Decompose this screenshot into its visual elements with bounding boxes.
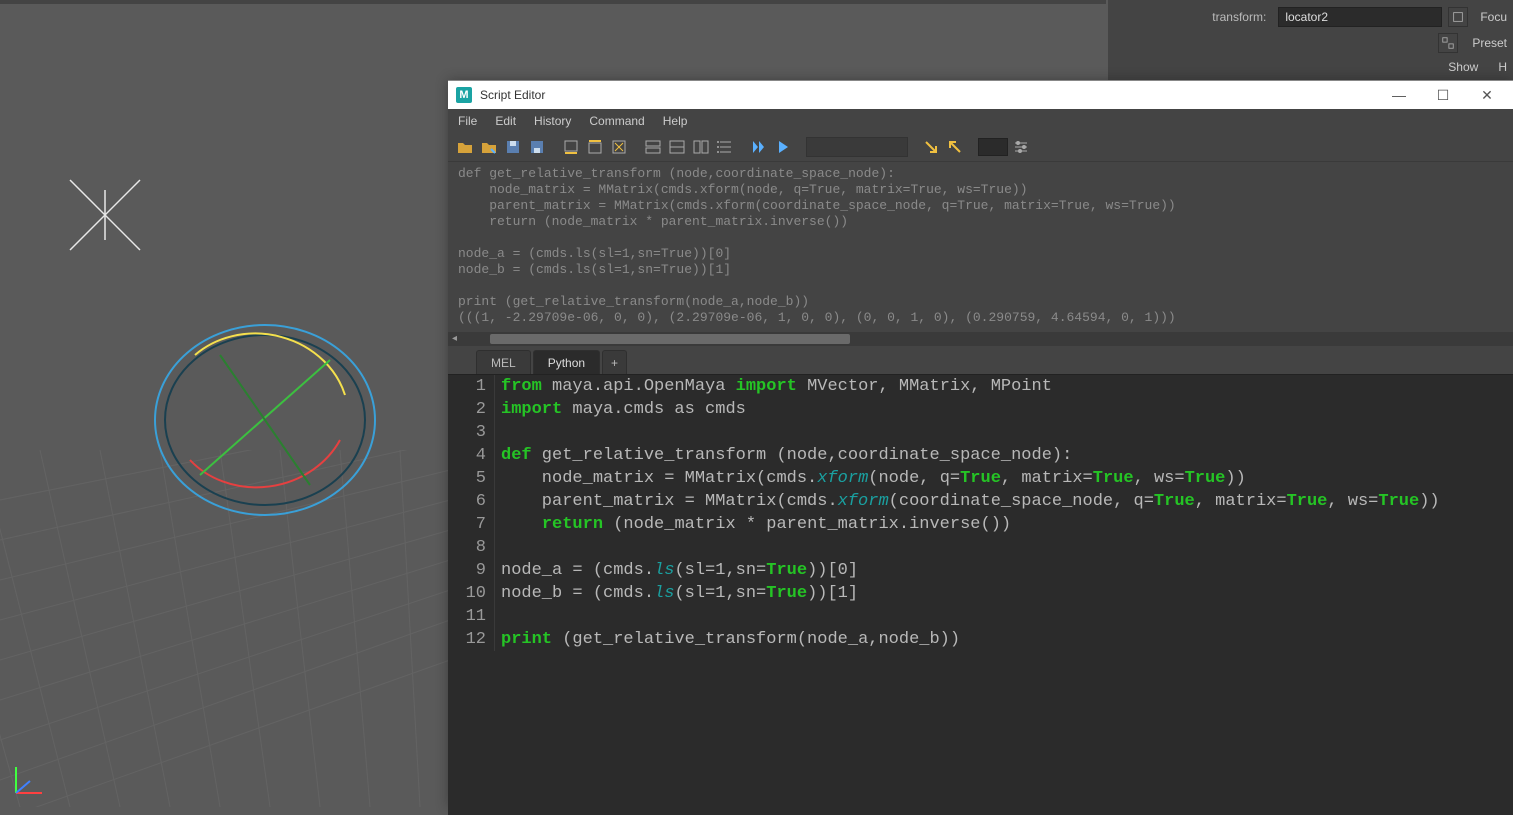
clear-history-icon[interactable]: [560, 136, 582, 158]
minimize-button[interactable]: —: [1381, 81, 1417, 109]
maximize-button[interactable]: ☐: [1425, 81, 1461, 109]
code-line[interactable]: node_b = (cmds.ls(sl=1,sn=True))[1]: [495, 582, 858, 605]
code-line[interactable]: import maya.cmds as cmds: [495, 398, 746, 421]
script-editor-toolbar: [448, 133, 1513, 162]
save-script-icon[interactable]: [502, 136, 524, 158]
color-swatch[interactable]: [978, 138, 1008, 156]
focus-button[interactable]: Focu: [1474, 8, 1513, 26]
line-numbers-icon[interactable]: [714, 136, 736, 158]
show-both-icon[interactable]: [690, 136, 712, 158]
preset-button[interactable]: Preset: [1466, 34, 1513, 52]
show-history-icon[interactable]: [642, 136, 664, 158]
window-title: Script Editor: [480, 88, 1373, 102]
line-number: 9: [448, 559, 495, 582]
code-line[interactable]: return (node_matrix * parent_matrix.inve…: [495, 513, 1011, 536]
script-language-tabs: MEL Python +: [448, 350, 1513, 374]
script-editor-window: M Script Editor — ☐ ✕ File Edit History …: [448, 80, 1513, 808]
line-number: 8: [448, 536, 495, 559]
code-line[interactable]: def get_relative_transform (node,coordin…: [495, 444, 1072, 467]
goto-line-up-icon[interactable]: [944, 136, 966, 158]
close-button[interactable]: ✕: [1469, 81, 1505, 109]
script-input-pane[interactable]: 1from maya.api.OpenMaya import MVector, …: [448, 374, 1513, 815]
tab-python[interactable]: Python: [533, 350, 600, 374]
tab-add[interactable]: +: [602, 350, 627, 374]
line-number: 4: [448, 444, 495, 467]
show-button[interactable]: Show: [1442, 58, 1484, 76]
code-line[interactable]: node_a = (cmds.ls(sl=1,sn=True))[0]: [495, 559, 858, 582]
code-line[interactable]: [495, 536, 501, 559]
locator-cross-icon: [60, 170, 150, 260]
focus-square-icon[interactable]: [1448, 7, 1468, 27]
line-number: 5: [448, 467, 495, 490]
menu-help[interactable]: Help: [663, 114, 688, 128]
search-field[interactable]: [806, 137, 908, 157]
node-name-field[interactable]: [1278, 7, 1442, 27]
output-horizontal-scrollbar[interactable]: ◂: [448, 332, 1513, 346]
goto-line-down-icon[interactable]: [920, 136, 942, 158]
code-line[interactable]: [495, 605, 501, 628]
clear-all-icon[interactable]: [608, 136, 630, 158]
execute-icon[interactable]: [772, 136, 794, 158]
menu-command[interactable]: Command: [589, 114, 644, 128]
viewport-top-strip: [0, 0, 1106, 4]
tab-settings-icon[interactable]: [1010, 136, 1032, 158]
code-line[interactable]: [495, 421, 501, 444]
open-script-icon[interactable]: [454, 136, 476, 158]
axis-indicator-icon: [10, 761, 48, 799]
show-input-icon[interactable]: [666, 136, 688, 158]
code-line[interactable]: print (get_relative_transform(node_a,nod…: [495, 628, 960, 651]
line-number: 11: [448, 605, 495, 628]
line-number: 7: [448, 513, 495, 536]
transform-label: transform:: [1112, 10, 1272, 24]
line-number: 2: [448, 398, 495, 421]
source-script-icon[interactable]: [478, 136, 500, 158]
script-editor-menubar: File Edit History Command Help: [448, 109, 1513, 133]
script-editor-titlebar[interactable]: M Script Editor — ☐ ✕: [448, 81, 1513, 109]
menu-history[interactable]: History: [534, 114, 571, 128]
clear-input-icon[interactable]: [584, 136, 606, 158]
maya-logo-icon: M: [456, 87, 472, 103]
viewport-grid: [0, 450, 450, 807]
code-line[interactable]: from maya.api.OpenMaya import MVector, M…: [495, 375, 1052, 398]
scrollbar-thumb[interactable]: [490, 334, 850, 344]
nurbs-circle-control: [145, 300, 385, 540]
preset-square-icon[interactable]: [1438, 33, 1458, 53]
line-number: 10: [448, 582, 495, 605]
menu-file[interactable]: File: [458, 114, 477, 128]
line-number: 6: [448, 490, 495, 513]
line-number: 3: [448, 421, 495, 444]
line-number: 1: [448, 375, 495, 398]
code-line[interactable]: node_matrix = MMatrix(cmds.xform(node, q…: [495, 467, 1246, 490]
execute-all-icon[interactable]: [748, 136, 770, 158]
line-number: 12: [448, 628, 495, 651]
hide-button[interactable]: H: [1492, 58, 1513, 76]
script-output-pane[interactable]: def get_relative_transform (node,coordin…: [448, 162, 1513, 332]
save-to-shelf-icon[interactable]: [526, 136, 548, 158]
tab-mel[interactable]: MEL: [476, 350, 531, 374]
code-line[interactable]: parent_matrix = MMatrix(cmds.xform(coord…: [495, 490, 1440, 513]
scroll-left-arrow-icon[interactable]: ◂: [452, 333, 457, 344]
menu-edit[interactable]: Edit: [495, 114, 516, 128]
